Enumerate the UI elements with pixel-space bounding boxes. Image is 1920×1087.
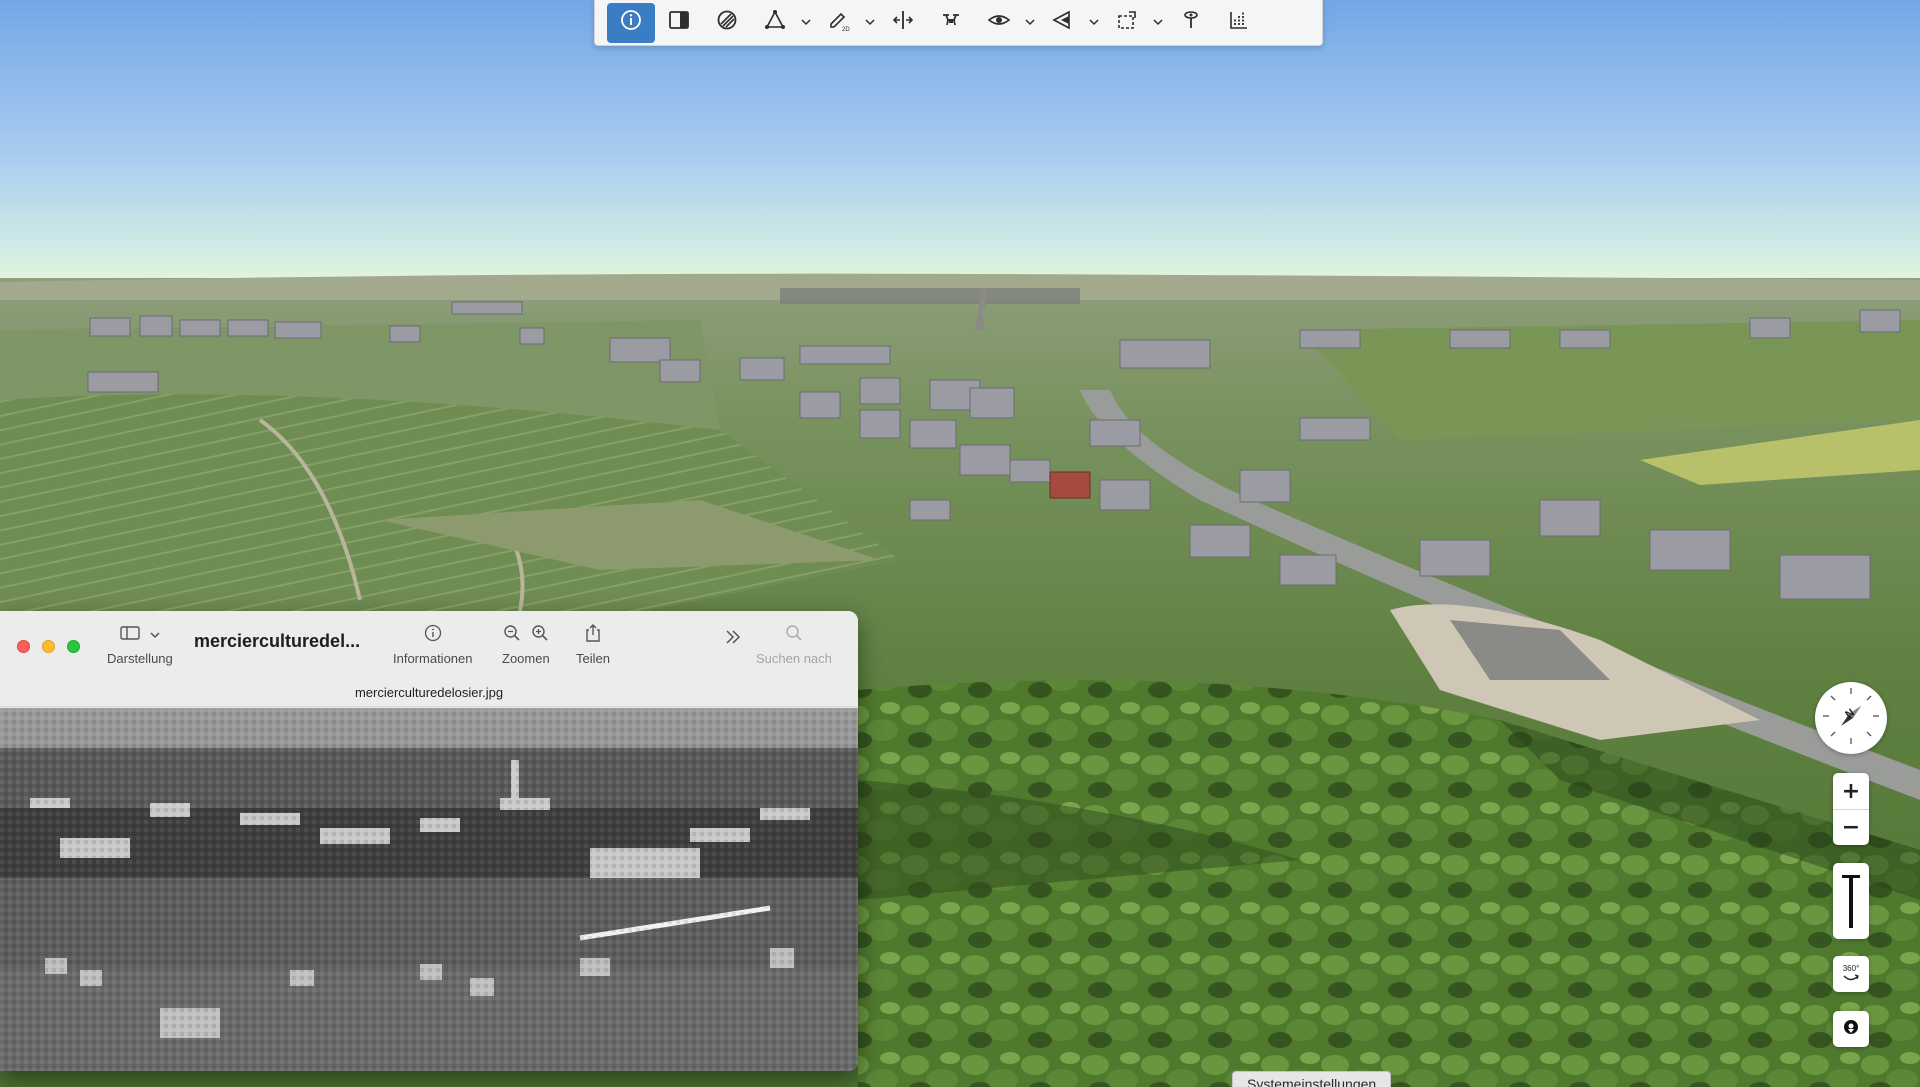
draw-2d-dropdown[interactable] (863, 3, 877, 43)
svg-text:2D: 2D (842, 27, 850, 32)
terrain-shading-icon (715, 8, 739, 37)
rotate-360-label: 360° (1842, 964, 1860, 973)
tilt-handle-icon (1840, 875, 1862, 936)
map-toolbar: 2D (594, 0, 1323, 46)
share-tool-button[interactable]: Teilen (576, 623, 610, 666)
tilt-slider[interactable] (1833, 863, 1869, 939)
area-select-dropdown[interactable] (1151, 3, 1165, 43)
visibility-button[interactable] (975, 3, 1023, 43)
zoom-tool-label: Zoomen (502, 651, 550, 666)
preview-titlebar: Darstellung merciercul­turedel... Inform… (0, 611, 858, 707)
more-tools-button[interactable] (724, 629, 742, 649)
draw-2d-icon: 2D (827, 8, 851, 37)
preview-window: Darstellung merciercul­turedel... Inform… (0, 611, 858, 1071)
view-mode-label: Darstellung (107, 651, 173, 666)
system-settings-tooltip: Systemeinstellungen (1232, 1071, 1392, 1087)
info-icon (424, 624, 442, 647)
search-tool-label: Suchen nach (756, 651, 832, 666)
chevron-down-icon (1089, 14, 1099, 32)
rotate-360-button[interactable]: 360° (1833, 956, 1869, 992)
location-pin-icon (1842, 1018, 1860, 1041)
profile-chart-button[interactable] (1215, 3, 1263, 43)
area-select-button[interactable] (1103, 3, 1151, 43)
info-icon (619, 8, 643, 37)
view-mode-button[interactable]: Darstellung (107, 625, 173, 666)
shadow-projection-icon (1051, 8, 1075, 37)
rotate-360-icon: 360° (1842, 965, 1860, 983)
visibility-dropdown[interactable] (1023, 3, 1037, 43)
drone-icon (939, 8, 963, 37)
historic-photo[interactable] (0, 708, 858, 1071)
sidebar-view-icon (120, 625, 140, 646)
share-tool-label: Teilen (576, 651, 610, 666)
preview-window-title: merciercul­turedel... (194, 631, 361, 651)
sidebar-toggle-button[interactable] (655, 3, 703, 43)
zoom-in-button[interactable]: + (1833, 773, 1869, 809)
chevron-down-icon (801, 14, 811, 32)
pin-probe-button[interactable] (1167, 3, 1215, 43)
drone-button[interactable] (927, 3, 975, 43)
info-button[interactable] (607, 2, 655, 43)
fullscreen-window-button[interactable] (67, 640, 80, 653)
minimize-window-button[interactable] (42, 640, 55, 653)
polygon-measure-dropdown[interactable] (799, 3, 813, 43)
visibility-eye-icon (987, 8, 1011, 37)
zoom-out-button[interactable]: − (1833, 809, 1869, 845)
zoom-control: + − (1833, 773, 1869, 845)
info-tool-button[interactable]: Informationen (393, 624, 473, 666)
terrain-shading-button[interactable] (703, 3, 751, 43)
pin-probe-icon (1179, 8, 1203, 37)
polygon-measure-icon (763, 8, 787, 37)
share-icon (584, 623, 602, 648)
shadow-projection-dropdown[interactable] (1087, 3, 1101, 43)
preview-filename: mercierculturedelosier.jpg (354, 685, 504, 700)
double-chevron-right-icon (724, 629, 742, 650)
sidebar-panel-icon (667, 8, 691, 37)
chevron-down-icon (1025, 14, 1035, 32)
shadow-projection-button[interactable] (1039, 3, 1087, 43)
split-view-button[interactable] (879, 3, 927, 43)
chevron-down-icon (865, 14, 875, 32)
zoom-tool-button[interactable]: Zoomen (502, 624, 550, 666)
search-icon (785, 624, 803, 647)
chevron-down-icon (150, 626, 160, 644)
zoom-out-icon (503, 624, 521, 647)
location-button[interactable] (1833, 1011, 1869, 1047)
close-window-button[interactable] (17, 640, 30, 653)
info-tool-label: Informationen (393, 651, 473, 666)
chevron-down-icon (1153, 14, 1163, 32)
profile-chart-icon (1227, 8, 1251, 37)
split-view-icon (891, 8, 915, 37)
compass-button[interactable]: N (1815, 682, 1887, 754)
zoom-in-icon (531, 624, 549, 647)
area-select-icon (1115, 8, 1139, 37)
search-tool-button[interactable]: Suchen nach (756, 624, 832, 666)
polygon-measure-button[interactable] (751, 3, 799, 43)
draw-2d-button[interactable]: 2D (815, 3, 863, 43)
